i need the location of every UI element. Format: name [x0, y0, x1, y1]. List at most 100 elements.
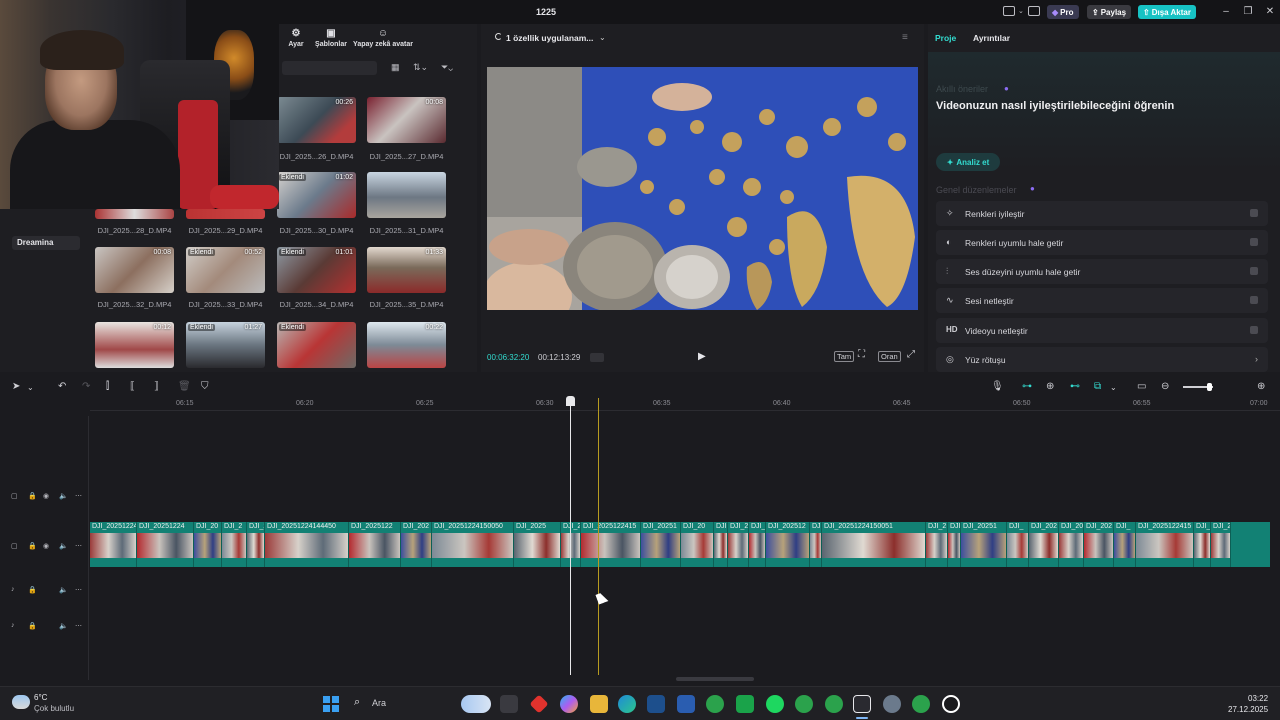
chrome-icon[interactable]: [706, 695, 724, 713]
caption-icon[interactable]: ▭: [1137, 381, 1146, 392]
playhead-line[interactable]: [570, 398, 571, 675]
redo-icon[interactable]: ↷: [82, 381, 90, 392]
layout-icon[interactable]: [1003, 6, 1015, 16]
timeline-clip[interactable]: DJI_20251224: [90, 522, 137, 567]
snap-icon[interactable]: ⊷: [1070, 381, 1080, 392]
windows-start-icon[interactable]: [323, 696, 339, 712]
restore-button[interactable]: ❐: [1240, 4, 1256, 20]
media-thumb[interactable]: 00:08: [367, 97, 446, 143]
timeline-clip[interactable]: DJI_2: [561, 522, 581, 567]
media-thumb[interactable]: Eklendi 01:02: [277, 172, 356, 218]
obs-icon[interactable]: [942, 695, 960, 713]
chrome-icon[interactable]: [912, 695, 930, 713]
minimize-button[interactable]: –: [1218, 4, 1234, 20]
timeline-clip[interactable]: DJI_2: [728, 522, 749, 567]
clock-time[interactable]: 03:22: [1248, 694, 1268, 703]
outlook-icon[interactable]: [677, 695, 695, 713]
sidebar-item-dreamina[interactable]: Dreamina: [12, 236, 80, 250]
delete-icon[interactable]: 🗑: [178, 381, 191, 392]
option-enhance-colors[interactable]: ✧ Renkleri iyileştir: [936, 201, 1268, 226]
search-box[interactable]: Ara: [372, 698, 386, 708]
option-toggle[interactable]: [1250, 238, 1258, 246]
eye-icon[interactable]: ◉: [43, 492, 49, 500]
folder-icon[interactable]: [590, 695, 608, 713]
filter-icon[interactable]: ⏷⌄: [441, 62, 453, 73]
close-button[interactable]: ✕: [1262, 4, 1278, 20]
undo-icon[interactable]: ↶: [58, 381, 66, 392]
timeline-clip[interactable]: DJI_2: [247, 522, 265, 567]
timeline-clip[interactable]: DJI_20251224: [137, 522, 194, 567]
option-toggle[interactable]: [1250, 267, 1258, 275]
timeline-clip[interactable]: DJI_: [1007, 522, 1029, 567]
analyze-button[interactable]: ✦ Analiz et: [936, 153, 1000, 171]
search-icon[interactable]: ⌕: [354, 696, 360, 709]
copilot-icon[interactable]: [560, 695, 578, 713]
app-red-diamond-icon[interactable]: [529, 694, 549, 714]
play-icon[interactable]: ▶: [698, 351, 706, 362]
task-view-icon[interactable]: [500, 695, 518, 713]
export-button[interactable]: ⇧ Dışa Aktar: [1138, 5, 1196, 19]
sort-icon[interactable]: ⇅⌄: [413, 62, 428, 73]
settings-icon[interactable]: [883, 695, 901, 713]
clock-date[interactable]: 27.12.2025: [1228, 705, 1268, 714]
speaker-icon[interactable]: 🔈: [59, 622, 68, 630]
magnet-icon[interactable]: ⊶: [1022, 381, 1032, 392]
lock-icon[interactable]: 🔒: [28, 542, 37, 550]
media-thumb[interactable]: 00:22: [367, 322, 446, 368]
share-button[interactable]: ⇪ Paylaş: [1087, 5, 1132, 19]
eye-icon[interactable]: ◉: [43, 542, 49, 550]
media-thumb[interactable]: Eklendi 00:52: [186, 247, 265, 293]
timeline-clip[interactable]: DJI_20251224150051: [822, 522, 926, 567]
tab-details[interactable]: Ayrıntılar: [973, 33, 1010, 43]
music-icon[interactable]: ♪: [11, 622, 15, 629]
track-thumb-icon[interactable]: ▢: [11, 542, 18, 550]
music-icon[interactable]: ♪: [11, 586, 15, 593]
split-right-icon[interactable]: ⟧: [154, 381, 159, 392]
microphone-icon[interactable]: 🎙: [991, 381, 1004, 392]
weather-text[interactable]: Çok bulutlu: [34, 704, 74, 713]
chrome-icon[interactable]: [825, 695, 843, 713]
preview-axis-icon[interactable]: ⧉: [1094, 381, 1101, 392]
fullscreen-icon[interactable]: ⤢: [907, 349, 915, 360]
option-toggle[interactable]: [1250, 326, 1258, 334]
timeline-clip[interactable]: DJI_20251: [641, 522, 681, 567]
toolbar-templates[interactable]: ▣ Şablonlar: [314, 28, 348, 48]
select-tool-icon[interactable]: ➤: [12, 381, 20, 392]
media-thumb[interactable]: [367, 172, 446, 218]
split-left-icon[interactable]: ⟦: [130, 381, 135, 392]
tab-project[interactable]: Proje: [935, 33, 956, 43]
timeline-clip[interactable]: DJI_202: [1029, 522, 1059, 567]
toolbar-adjust[interactable]: ⚙ Ayar: [285, 28, 307, 48]
option-toggle[interactable]: [1250, 209, 1258, 217]
media-thumb[interactable]: 00:26: [277, 97, 356, 143]
media-thumb[interactable]: Eklendi 01:01: [277, 247, 356, 293]
store-icon[interactable]: [647, 695, 665, 713]
shield-icon[interactable]: ⛉: [201, 381, 209, 392]
media-thumb[interactable]: 01:33: [367, 247, 446, 293]
timeline-clip[interactable]: DJI_2: [222, 522, 247, 567]
crop-icon[interactable]: ⛶: [858, 349, 865, 360]
track-thumb-icon[interactable]: ▢: [11, 492, 18, 500]
chevron-down-icon[interactable]: ⌄: [1018, 7, 1024, 15]
menu-icon[interactable]: ≡: [902, 32, 908, 43]
search-highlight-icon[interactable]: [461, 695, 491, 713]
timeline-clip[interactable]: DJI_202: [1211, 522, 1231, 567]
chrome-icon[interactable]: [795, 695, 813, 713]
link-icon[interactable]: ⊕: [1046, 381, 1054, 392]
full-button[interactable]: Tam: [834, 351, 855, 362]
ratio-button[interactable]: Oran: [878, 351, 901, 362]
lock-icon[interactable]: 🔒: [28, 622, 37, 630]
timecode-grid-icon[interactable]: [590, 353, 604, 362]
split-icon[interactable]: ⫿: [106, 381, 109, 392]
timeline-clip[interactable]: DJI_202: [1084, 522, 1114, 567]
toolbar-ai-avatar[interactable]: ☺ Yapay zekâ avatar: [352, 28, 414, 48]
timeline-clip[interactable]: DJI_202512: [766, 522, 810, 567]
zoom-in-icon[interactable]: ⊕: [1257, 381, 1265, 392]
option-sharpen-video[interactable]: HD Videoyu netleştir: [936, 318, 1268, 343]
speaker-icon[interactable]: 🔈: [59, 542, 68, 550]
time-ruler[interactable]: 06:15 06:20 06:25 06:30 06:35 06:40 06:4…: [90, 397, 1280, 411]
zoom-slider-handle[interactable]: [1207, 383, 1212, 391]
option-face-retouch[interactable]: ◎ Yüz rötuşu ›: [936, 347, 1268, 372]
media-thumb[interactable]: [95, 209, 174, 219]
media-thumb[interactable]: 00:12: [95, 322, 174, 368]
